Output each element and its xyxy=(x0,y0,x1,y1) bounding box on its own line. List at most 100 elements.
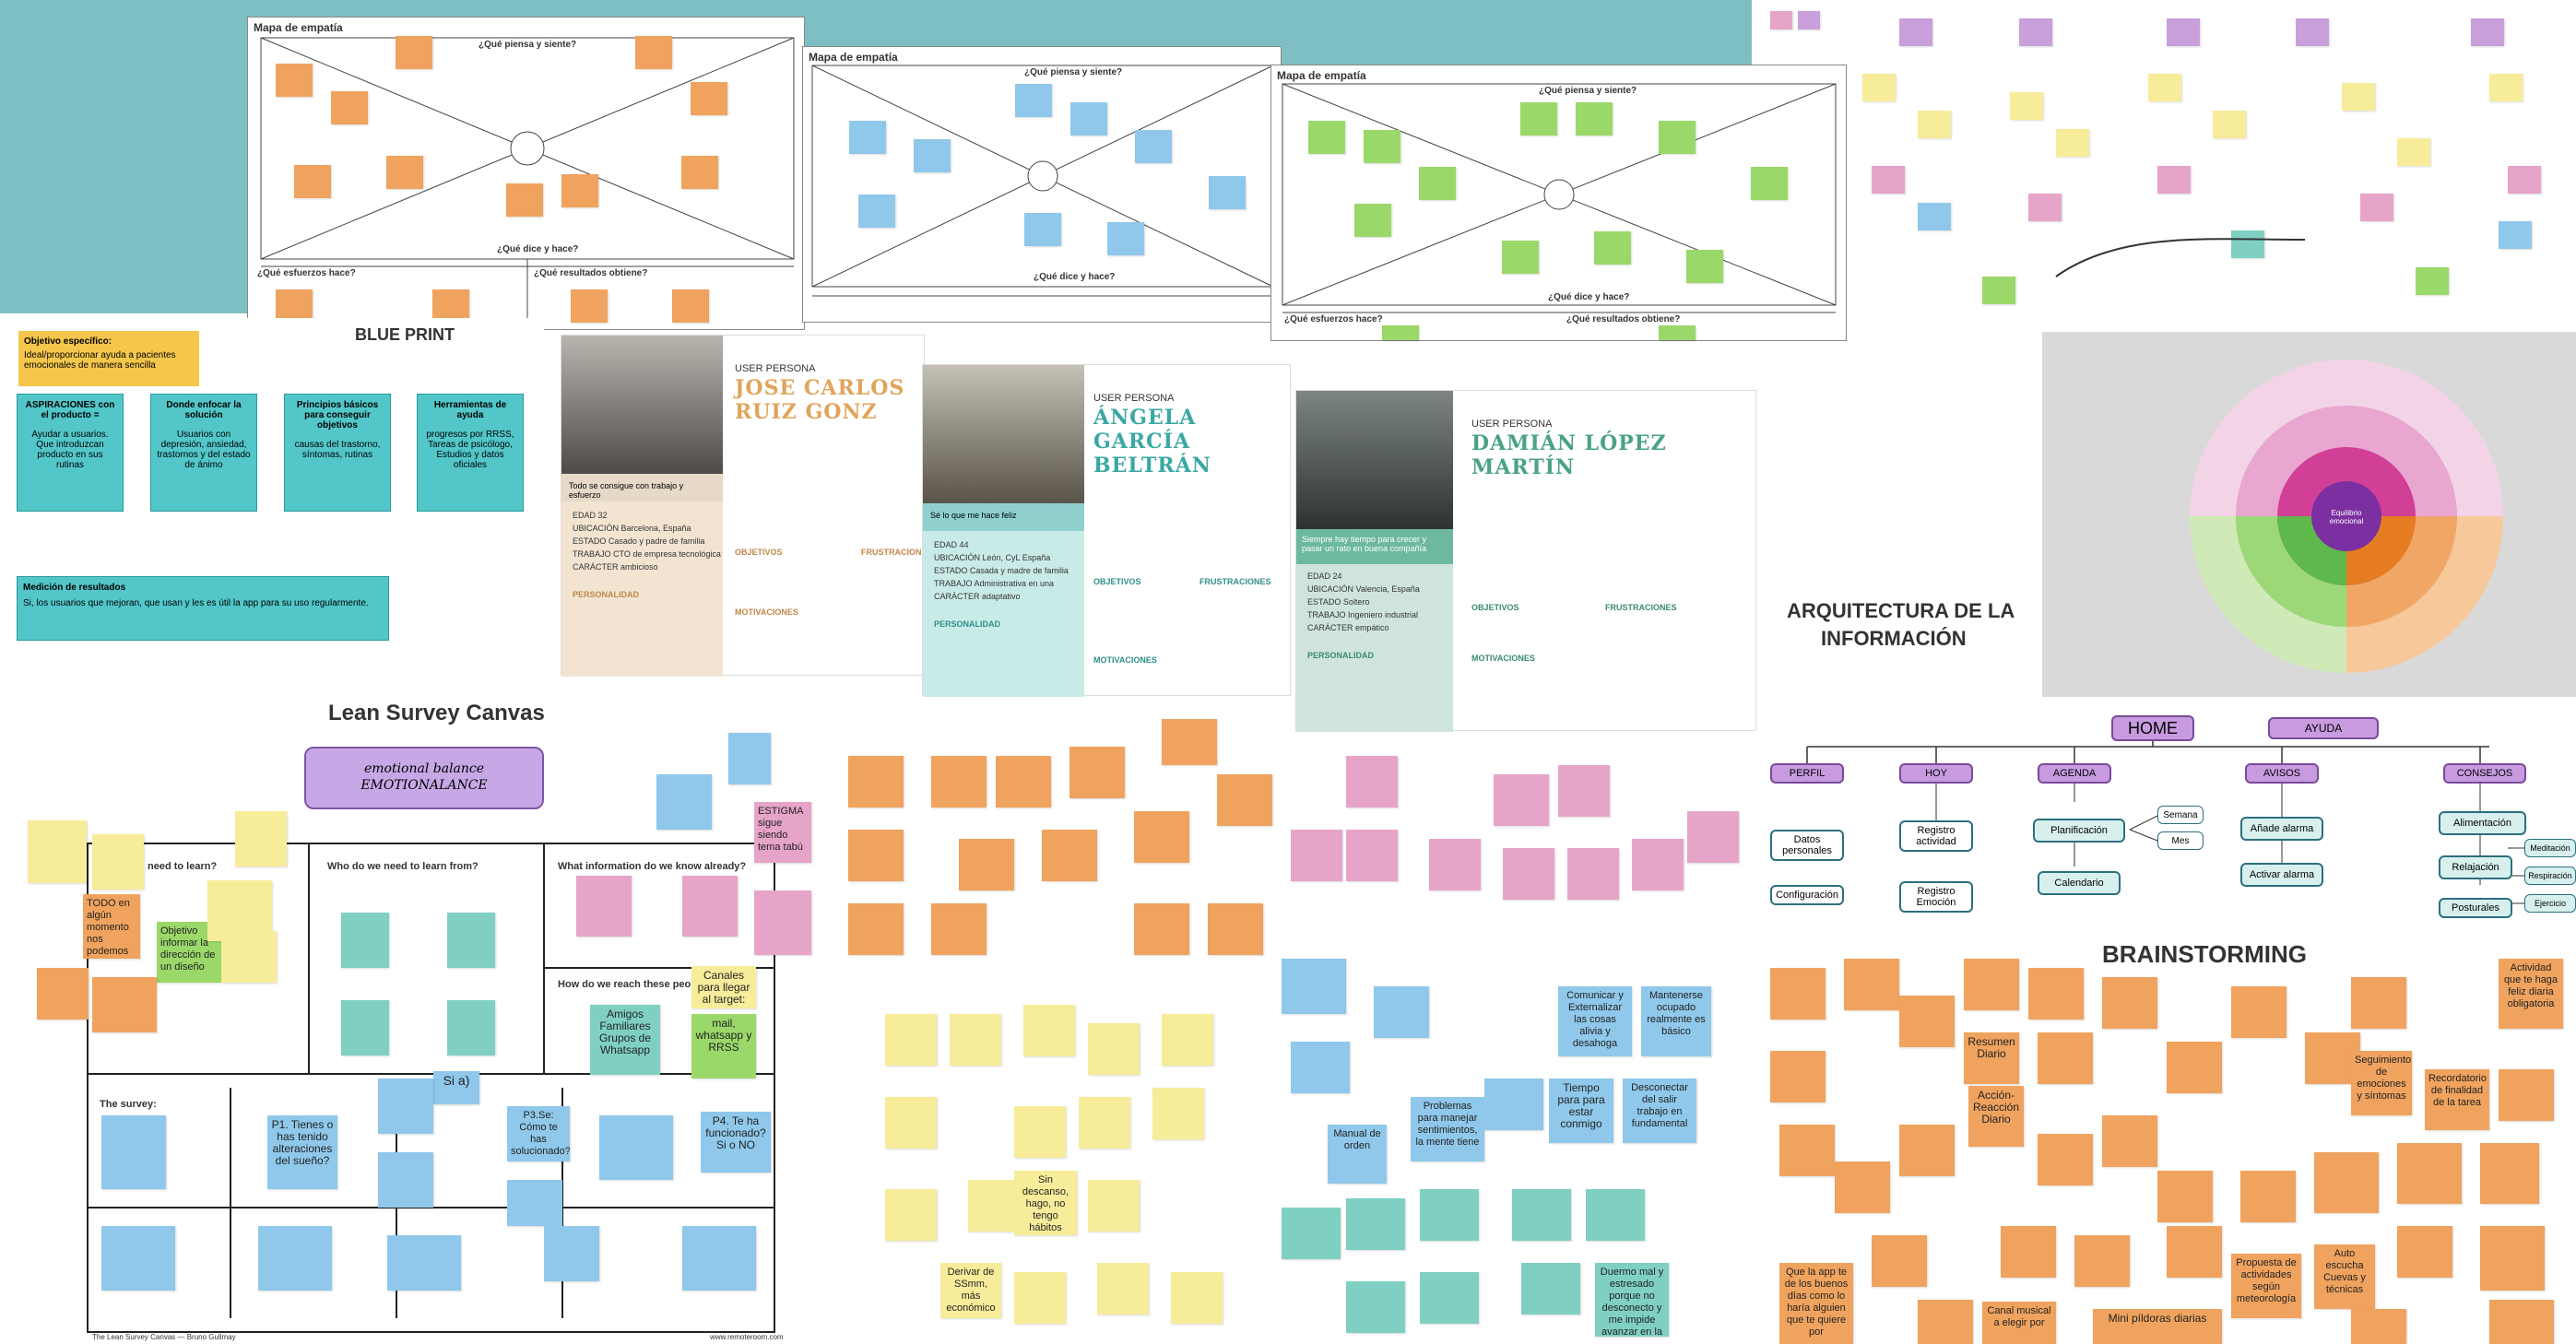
sticky-note xyxy=(2038,1032,2093,1084)
sticky-note xyxy=(544,1226,599,1281)
blueprint-board: BLUE PRINT Objetivo específico: Ideal/pr… xyxy=(0,318,544,650)
lean-canvas: need to learn? Who do we need to learn f… xyxy=(83,839,784,1344)
sticky-note xyxy=(1097,1263,1149,1315)
persona-motivations: MOTIVACIONES xyxy=(1093,655,1157,665)
empathy-map-1: Mapa de empatía ¿Qué piensa y siente? ¿Q… xyxy=(247,17,805,330)
stigma-note: ESTIGMA sigue siendo tema tabú xyxy=(754,802,811,863)
sticky-note xyxy=(682,876,738,937)
sticky-note xyxy=(754,890,811,955)
objective-text: Ideal/proporcionar ayuda a pacientes emo… xyxy=(24,350,176,371)
sticky-note xyxy=(1512,1189,1571,1241)
sticky-note xyxy=(1374,986,1429,1038)
sticky-note xyxy=(885,1189,937,1241)
sticky-note xyxy=(1632,839,1684,890)
sticky-note xyxy=(341,913,389,968)
persona-photo xyxy=(1296,391,1453,529)
card-body: Usuarios con depresión, ansiedad, trasto… xyxy=(157,430,251,470)
think-label: ¿Qué piensa y siente? xyxy=(1024,67,1123,77)
sticky-note xyxy=(848,830,904,881)
mantenerse-note: Mantenerse ocupado realmente es básico xyxy=(1641,986,1711,1056)
sticky-note xyxy=(2351,977,2406,1029)
registro-emocion-node: Registro Emoción xyxy=(1899,881,1973,913)
activar-alarma-node: Activar alarma xyxy=(2240,863,2323,887)
connector-line xyxy=(2055,238,2306,277)
sticky-note xyxy=(1070,102,1107,136)
affinity-cluster xyxy=(1752,0,2576,332)
sunburst-panel: Equilibrio emocional xyxy=(2042,332,2576,697)
sticky-note xyxy=(276,64,313,97)
sticky-note xyxy=(28,820,87,883)
sticky-note xyxy=(1088,1023,1140,1075)
semana-node: Semana xyxy=(2157,806,2204,824)
say-label: ¿Qué dice y hace? xyxy=(497,244,579,254)
sticky-note xyxy=(1779,1125,1835,1176)
perfil-node: PERFIL xyxy=(1770,763,1844,784)
sticky-note xyxy=(1964,959,2019,1010)
avisos-node: AVISOS xyxy=(2245,763,2319,784)
middle-cluster-blue: Comunicar y Externalizar las cosas alivi… xyxy=(1282,949,1743,1344)
sticky-note xyxy=(1594,231,1631,265)
sticky-note xyxy=(931,756,987,808)
sticky-note xyxy=(2074,1235,2130,1287)
sticky-note xyxy=(2397,1143,2462,1204)
sticky-note xyxy=(1162,1014,1213,1066)
sticky-note xyxy=(92,977,157,1032)
alimentacion-node: Alimentación xyxy=(2439,811,2526,835)
sticky-note xyxy=(950,1014,1001,1066)
lean-footer-right: www.remoteroom.com xyxy=(710,1333,784,1341)
architecture-title-2: INFORMACIÓN xyxy=(1821,627,1967,650)
sticky-note xyxy=(1429,839,1481,890)
si-note: Si a) xyxy=(433,1071,479,1104)
persona-kicker: USER PERSONA xyxy=(1093,393,1175,404)
sticky-note xyxy=(1844,959,1899,1010)
sticky-note xyxy=(656,774,712,830)
sticky-note xyxy=(1567,848,1619,900)
sticky-note xyxy=(235,811,287,867)
persona-field: CARÁCTER ambicioso xyxy=(573,562,658,572)
results-label: ¿Qué resultados obtiene? xyxy=(534,268,648,278)
sticky-note xyxy=(849,121,886,154)
blueprint-card-aspirations: ASPIRACIONES con el producto = Ayudar a … xyxy=(17,394,124,512)
sticky-note xyxy=(1282,1208,1341,1259)
persona-field: EDAD 24 xyxy=(1307,572,1342,581)
sticky-note xyxy=(1484,1079,1543,1130)
persona-quote: Siempre hay tiempo para crecer y pasar u… xyxy=(1296,529,1453,564)
persona-field: TRABAJO CTO de empresa tecnológica xyxy=(573,549,721,559)
sin-dormir-note: Sin descanso, hago, no tengo hábitos xyxy=(1014,1171,1077,1235)
lean-info-label: What information do we know already? xyxy=(558,861,747,872)
sticky-note xyxy=(1079,1097,1130,1149)
persona-card-3: Siempre hay tiempo para crecer y pasar u… xyxy=(1295,390,1756,732)
persona-personality: PERSONALIDAD xyxy=(573,590,640,599)
empathy-map-lines xyxy=(260,37,795,329)
sticky-note xyxy=(1382,325,1419,340)
sticky-note xyxy=(92,834,144,890)
lean-survey-label: The survey: xyxy=(100,1099,157,1110)
sticky-note xyxy=(728,733,771,784)
persona-field: ESTADO Soltero xyxy=(1307,597,1370,607)
sticky-note xyxy=(1354,204,1391,237)
lean-need-label: need to learn? xyxy=(148,861,218,872)
sticky-note xyxy=(968,1180,1020,1232)
middle-cluster-orange xyxy=(830,719,1291,986)
tag-top: emotional balance xyxy=(363,761,485,776)
seguimiento-note: Seguimiento de emociones y síntomas xyxy=(2351,1051,2412,1115)
family-note: Amigos Familiares Grupos de Whatsapp xyxy=(590,1005,660,1075)
sticky-note xyxy=(1346,830,1398,881)
actividad-note: Actividad que te haga feliz diaria oblig… xyxy=(2499,959,2563,1029)
sticky-note xyxy=(447,1000,495,1055)
results-label: ¿Qué resultados obtiene? xyxy=(1566,314,1681,324)
sticky-note xyxy=(2167,1226,2222,1278)
persona-field: ESTADO Casado y padre de familia xyxy=(573,536,705,546)
sticky-note xyxy=(848,903,904,955)
persona-frustrations: FRUSTRACIONES xyxy=(1605,603,1677,612)
sticky-note xyxy=(2157,1171,2213,1222)
sticky-note xyxy=(1042,830,1097,881)
sticky-note xyxy=(2028,968,2084,1020)
sticky-note xyxy=(2102,977,2157,1029)
persona-personality: PERSONALIDAD xyxy=(1307,651,1375,660)
planificacion-node: Planificación xyxy=(2033,819,2125,843)
persona-field: TRABAJO Administrativa en una xyxy=(934,579,1055,588)
persona-photo xyxy=(561,336,723,474)
persona-field: ESTADO Casada y madre de familia xyxy=(934,566,1069,575)
sticky-note xyxy=(2038,1134,2093,1185)
